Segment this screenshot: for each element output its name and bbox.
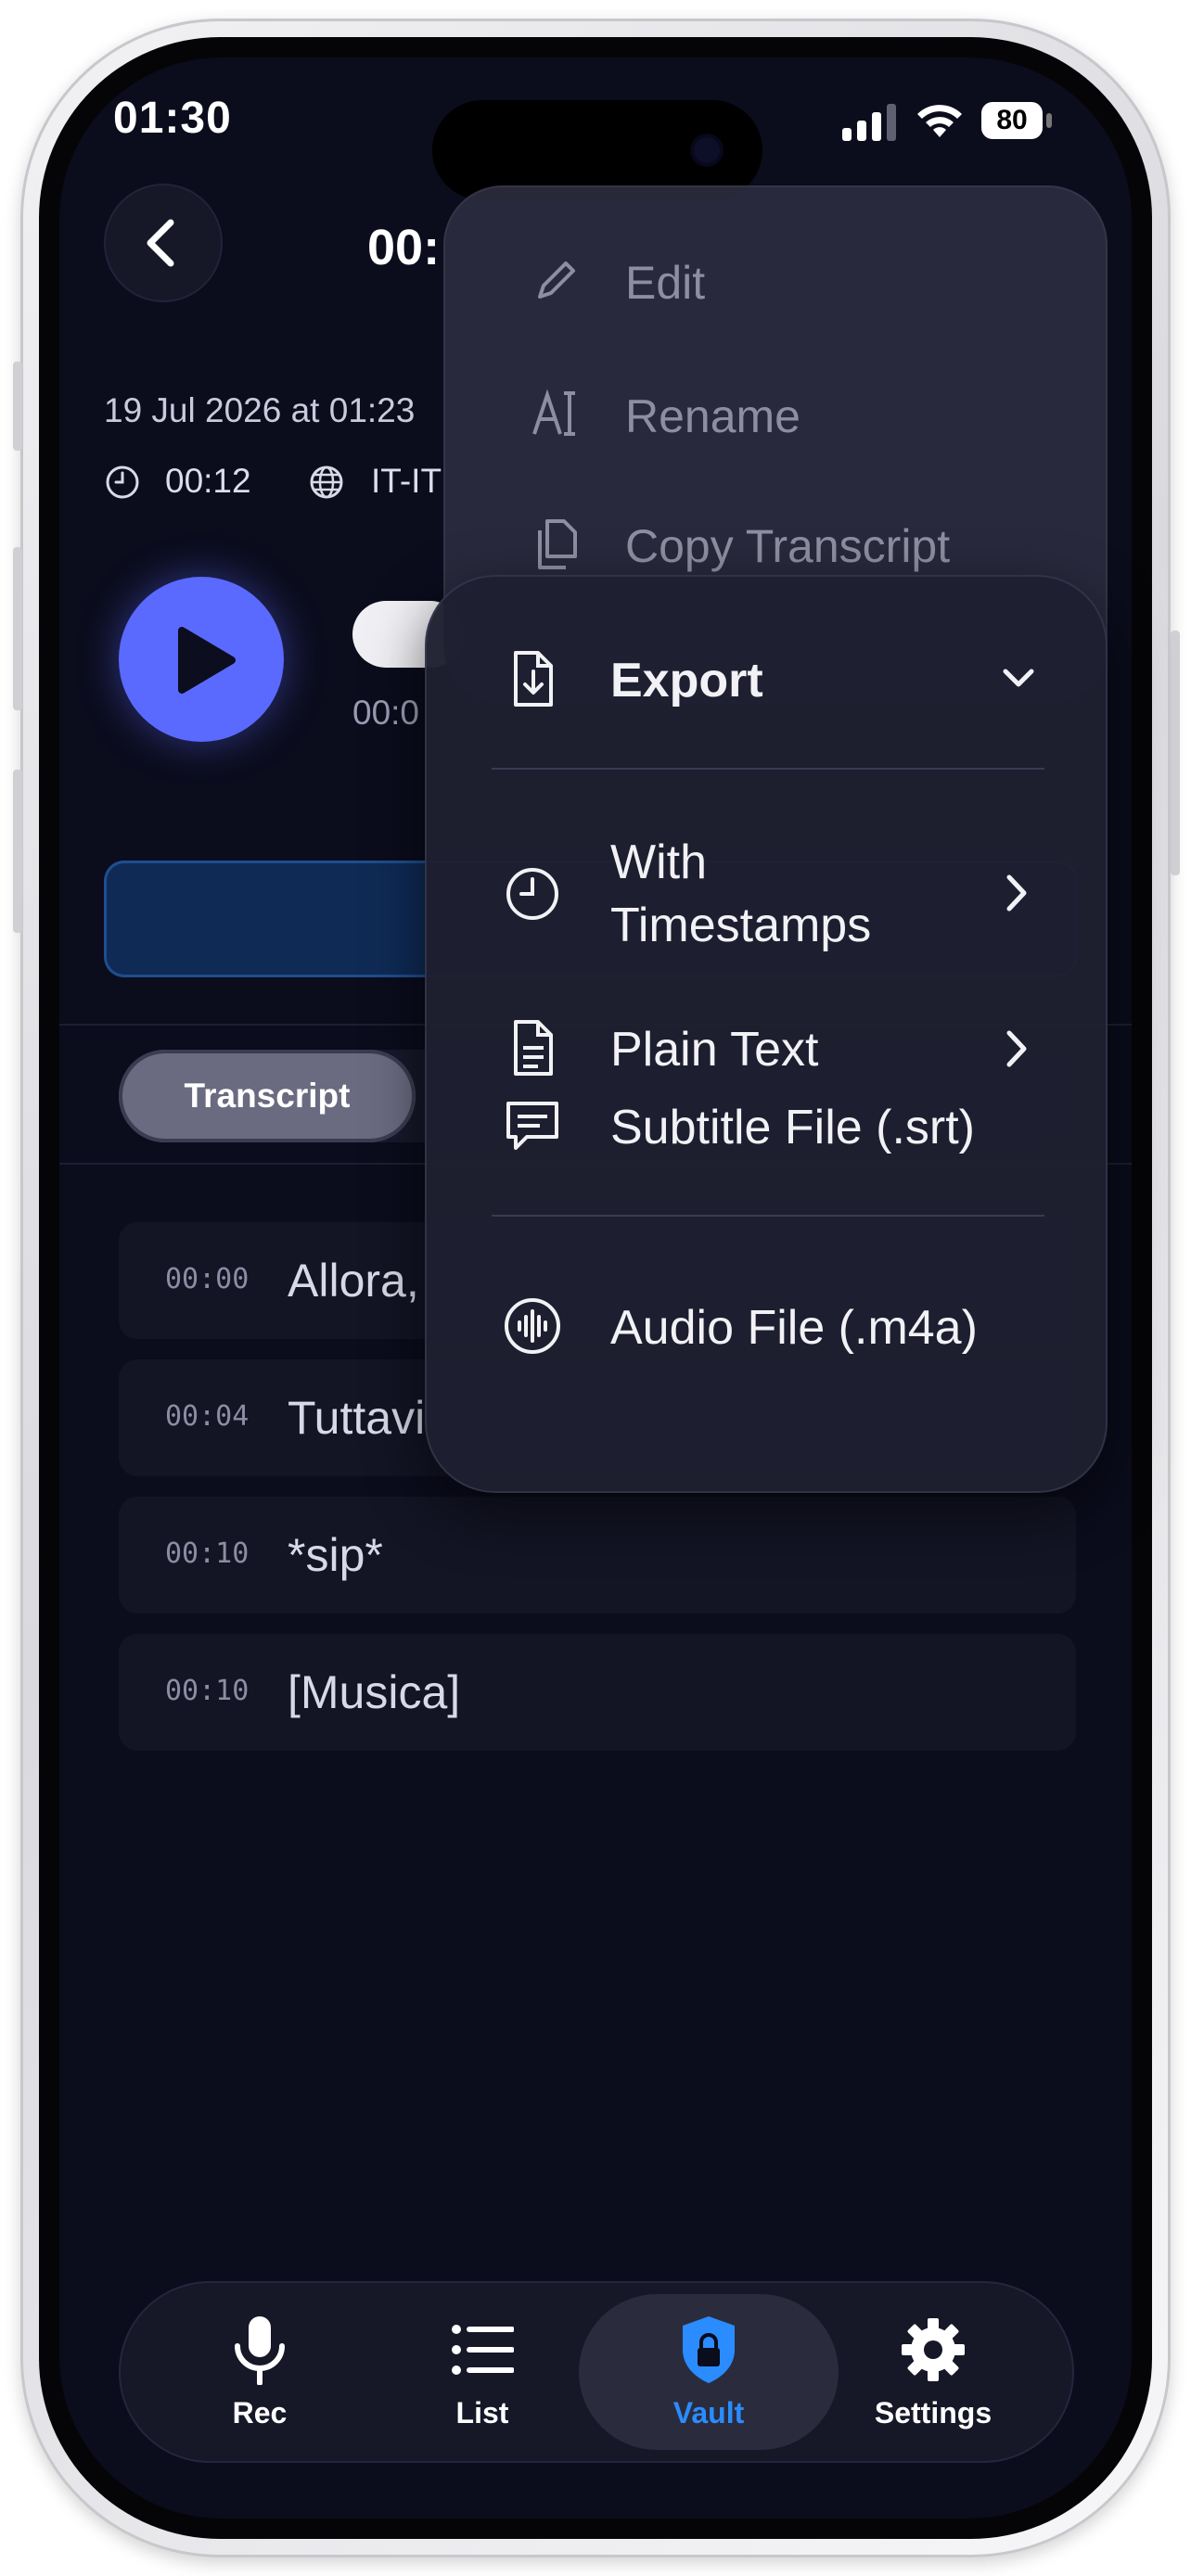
row-timestamp: 00:00 <box>165 1263 250 1295</box>
tab-list[interactable]: List <box>371 2281 594 2463</box>
menu-item-label: With Timestamps <box>610 835 872 952</box>
tab-bar: Rec List Vault Settings <box>119 2281 1074 2463</box>
wifi-icon <box>917 105 962 137</box>
battery-level: 80 <box>981 102 1043 139</box>
menu-item-label: Edit <box>625 257 706 309</box>
recording-title: 00: <box>367 220 441 275</box>
tab-label: List <box>455 2396 509 2429</box>
tab-label: Rec <box>232 2396 288 2429</box>
menu-item-label: Subtitle File (.srt) <box>610 1101 975 1154</box>
recording-duration: 00:12 <box>165 462 251 500</box>
document-download-icon <box>514 651 553 707</box>
lock-shield-icon <box>683 2316 735 2383</box>
battery-indicator: 80 <box>981 102 1056 139</box>
power-button <box>1171 631 1180 875</box>
menu-item-export[interactable]: Export <box>425 634 1108 727</box>
clock-icon <box>506 868 558 920</box>
row-text: Allora, <box>288 1255 419 1307</box>
tab-transcript[interactable]: Transcript <box>119 1050 416 1142</box>
recording-language: IT-IT <box>371 462 442 500</box>
chevron-left-icon <box>147 219 174 267</box>
tab-rec[interactable]: Rec <box>148 2281 371 2463</box>
status-time: 01:30 <box>113 94 232 143</box>
row-timestamp: 00:10 <box>165 1537 250 1570</box>
subtitles-icon <box>506 1102 558 1150</box>
battery-tip <box>1046 113 1052 128</box>
action-button <box>13 362 22 451</box>
row-text: *sip* <box>288 1529 383 1581</box>
recording-date: 19 Jul 2026 at 01:23 <box>104 391 416 429</box>
list-icon <box>452 2325 514 2375</box>
chevron-down-icon <box>1003 669 1034 687</box>
copy-icon <box>538 519 577 569</box>
menu-separator <box>492 768 1044 770</box>
menu-item-copy-transcript[interactable]: Copy Transcript <box>443 495 1108 588</box>
menu-item-with-timestamps[interactable]: With Timestamps <box>425 831 1108 957</box>
row-text: [Musica] <box>288 1666 461 1718</box>
menu-item-subtitle-file[interactable]: Subtitle File (.srt) <box>425 1081 1108 1174</box>
menu-item-rename[interactable]: Rename <box>443 365 1108 458</box>
menu-item-label: Rename <box>625 390 800 442</box>
menu-item-edit[interactable]: Edit <box>443 232 1108 325</box>
globe-icon <box>310 465 343 499</box>
gear-icon <box>902 2318 965 2381</box>
camera-icon <box>694 137 720 163</box>
menu-item-label: Export <box>610 654 763 708</box>
row-text: Tuttavi <box>288 1392 426 1444</box>
tab-vault[interactable]: Vault <box>597 2281 820 2463</box>
tab-settings[interactable]: Settings <box>822 2281 1044 2463</box>
mic-icon <box>235 2316 285 2385</box>
document-text-icon <box>514 1020 553 1076</box>
rename-icon <box>532 389 575 436</box>
tab-label: Vault <box>672 2396 745 2429</box>
back-button[interactable] <box>104 184 223 302</box>
pencil-icon <box>538 261 575 299</box>
clock-icon <box>106 465 139 499</box>
elapsed-time: 00:0 <box>352 694 420 732</box>
row-timestamp: 00:04 <box>165 1400 250 1433</box>
menu-item-label: Copy Transcript <box>625 520 951 572</box>
transcript-row[interactable]: 00:10 [Musica] <box>119 1634 1076 1751</box>
volume-up-button <box>13 547 22 710</box>
menu-item-label: Audio File (.m4a) <box>610 1301 978 1355</box>
volume-down-button <box>13 770 22 933</box>
menu-separator <box>492 1215 1044 1217</box>
menu-item-audio-file[interactable]: Audio File (.m4a) <box>425 1282 1108 1374</box>
row-timestamp: 00:10 <box>165 1675 250 1707</box>
menu-item-label: Plain Text <box>610 1023 819 1077</box>
play-icon <box>178 627 236 694</box>
chevron-right-icon <box>1006 874 1027 912</box>
waveform-icon <box>505 1298 560 1354</box>
cellular-signal-icon <box>842 104 896 141</box>
export-menu: Export With Timestamps Plain Text Subtit… <box>425 575 1108 1493</box>
tab-label: Settings <box>874 2396 992 2429</box>
play-button[interactable] <box>119 577 284 742</box>
chevron-right-icon <box>1006 1030 1027 1067</box>
transcript-row[interactable]: 00:10 *sip* <box>119 1497 1076 1613</box>
